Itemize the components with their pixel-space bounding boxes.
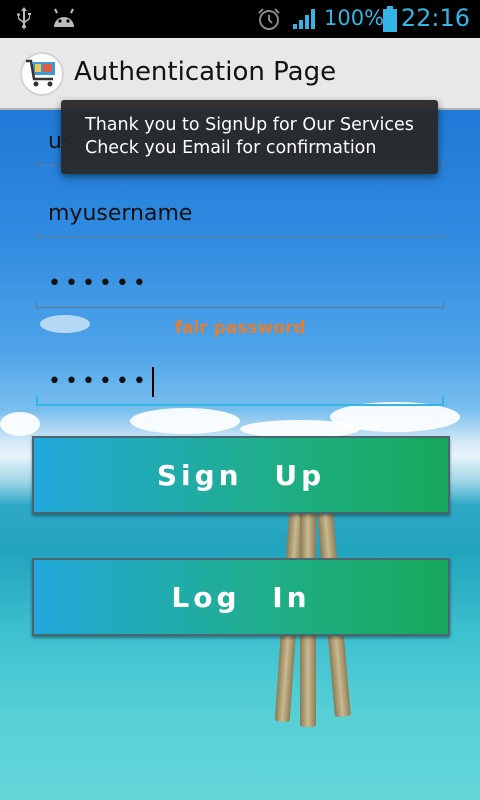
alarm-icon: [256, 7, 282, 35]
log-in-button[interactable]: Log In: [32, 558, 450, 636]
usb-icon: [16, 7, 32, 33]
username-value: myusername: [48, 201, 193, 226]
cloud-decoration: [0, 412, 40, 436]
shopping-cart-icon[interactable]: [20, 52, 64, 96]
username-field[interactable]: myusername: [36, 190, 444, 238]
confirm-password-field[interactable]: ••••••: [36, 358, 444, 406]
cloud-decoration: [130, 408, 240, 434]
password-field[interactable]: ••••••: [36, 260, 444, 308]
text-cursor: [151, 367, 154, 397]
password-strength-label: fair password: [174, 318, 306, 338]
password-value: ••••••: [48, 271, 150, 296]
clock: 22:16: [400, 4, 470, 32]
sign-up-button[interactable]: Sign Up: [32, 436, 450, 514]
toast-line-2: Check you Email for confirmation: [85, 138, 377, 158]
toast-message: Thank you to SignUp for Our Services Che…: [61, 100, 438, 174]
status-bar: 100% 22:16: [0, 0, 480, 38]
signal-icon: [292, 8, 318, 34]
confirm-password-value: ••••••: [48, 369, 150, 394]
battery-percentage: 100%: [324, 6, 385, 30]
android-debug-icon: [52, 7, 76, 33]
toast-line-1: Thank you to SignUp for Our Services: [85, 115, 414, 135]
battery-icon: [383, 6, 397, 36]
auth-form-area: us myusername •••••• fair password •••••…: [0, 110, 480, 800]
page-title: Authentication Page: [74, 57, 337, 87]
